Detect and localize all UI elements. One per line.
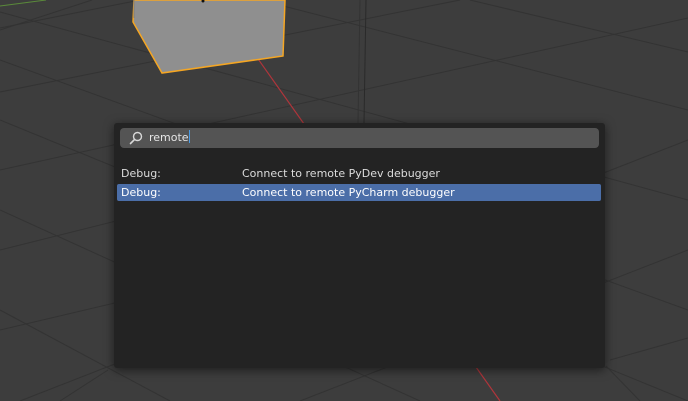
result-label: Connect to remote PyCharm debugger bbox=[242, 186, 455, 199]
search-value: remote bbox=[149, 130, 190, 144]
search-results-list: Debug: Connect to remote PyDev debugger … bbox=[117, 165, 601, 203]
result-label: Connect to remote PyDev debugger bbox=[242, 167, 440, 180]
result-category: Debug: bbox=[121, 186, 161, 199]
text-caret bbox=[188, 130, 190, 143]
search-icon bbox=[129, 131, 143, 145]
operator-search-popup: remote Debug: Connect to remote PyDev de… bbox=[114, 123, 605, 368]
search-result-row[interactable]: Debug: Connect to remote PyDev debugger bbox=[117, 165, 601, 182]
search-input[interactable]: remote bbox=[120, 128, 599, 148]
result-category: Debug: bbox=[121, 167, 161, 180]
search-result-row-selected[interactable]: Debug: Connect to remote PyCharm debugge… bbox=[117, 184, 601, 201]
